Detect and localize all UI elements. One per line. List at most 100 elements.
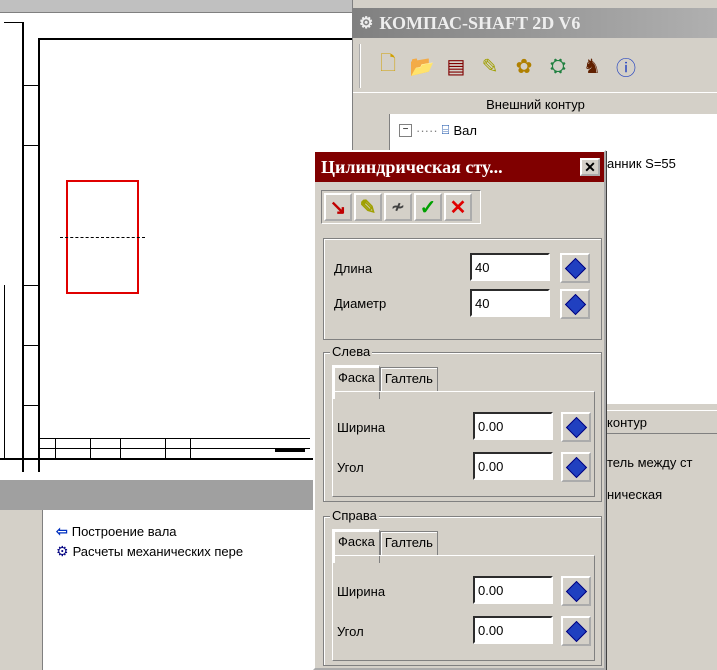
info-icon[interactable]: ⓘ	[613, 53, 639, 80]
tree-item-mech-calc[interactable]: ⚙ Расчеты механических пере	[56, 542, 243, 560]
margin-mark	[22, 85, 38, 86]
left-angle-pick-button[interactable]	[561, 452, 591, 482]
top-ruler	[0, 0, 352, 13]
tree-item-shaft-build[interactable]: ⇦ Построение вала	[56, 522, 177, 540]
right-width-input[interactable]	[473, 576, 553, 604]
left-width-pick-button[interactable]	[561, 412, 591, 442]
gear-icon: ⚙	[359, 15, 374, 32]
edit-button[interactable]: ✎	[354, 193, 382, 221]
title-block-line	[165, 438, 166, 460]
length-pick-button[interactable]	[560, 253, 590, 283]
margin-mark	[22, 405, 38, 406]
list-item: ническая	[607, 487, 662, 502]
shaft-window-title-bar[interactable]: ⚙ КОМПАС-SHAFT 2D V6	[353, 8, 717, 38]
left-end-group: Слева Фаска Галтель Ширина Угол	[323, 344, 602, 502]
margin-line	[4, 285, 5, 460]
calc-gear-icon: ⚙	[56, 542, 69, 559]
left-tab-page: Ширина Угол	[332, 391, 595, 497]
tab-left-fillet[interactable]: Галтель	[379, 367, 438, 391]
tree-node-partial[interactable]: анник S=55	[607, 156, 676, 171]
right-angle-pick-button[interactable]	[561, 616, 591, 646]
right-tabs: Фаска Галтель	[332, 529, 438, 563]
dialog-title-bar[interactable]: Цилиндрическая сту...	[315, 152, 604, 182]
left-angle-label: Угол	[337, 460, 364, 475]
panel-separator	[0, 480, 352, 510]
left-group-title: Слева	[330, 344, 373, 359]
tree-node-shaft[interactable]: − ····· ⌸ Вал	[399, 122, 477, 138]
calc-icon[interactable]: ♞	[579, 53, 605, 79]
new-icon[interactable]: 🗋	[375, 53, 401, 79]
close-icon: ✕	[584, 158, 596, 175]
frame-tick	[4, 22, 24, 23]
right-angle-input[interactable]	[473, 616, 553, 644]
tree-item-label: Расчеты механических пере	[72, 543, 244, 559]
centerline	[60, 237, 145, 238]
library-panel: ⇦ Построение вала ⚙ Расчеты механических…	[0, 510, 330, 670]
margin-mark	[22, 145, 38, 146]
shaft-build-icon: ⇦	[56, 522, 68, 539]
title-block-line	[190, 438, 191, 460]
frame-top	[38, 38, 352, 40]
tree-node-label: Вал	[453, 122, 477, 138]
frame-inner-left	[38, 38, 40, 472]
diamond-icon	[564, 257, 586, 279]
outer-contour-header[interactable]: Внешний контур	[353, 92, 717, 116]
title-block-line	[40, 438, 310, 439]
tree-item-label: Построение вала	[71, 523, 177, 539]
shaft-window-title: КОМПАС-SHAFT 2D V6	[379, 12, 581, 33]
diameter-label: Диаметр	[334, 296, 387, 311]
diamond-icon	[565, 580, 587, 602]
dialog-title: Цилиндрическая сту...	[321, 156, 503, 177]
left-width-label: Ширина	[337, 420, 386, 435]
title-block-line	[120, 438, 121, 460]
title-block-line	[40, 448, 310, 449]
right-group-title: Справа	[330, 508, 379, 523]
inner-contour-label: контур	[607, 414, 647, 430]
wrench-icon[interactable]: ✎	[477, 53, 503, 79]
sketch-button[interactable]: ↘	[324, 193, 352, 221]
length-label: Длина	[334, 261, 373, 276]
title-block-fill	[275, 448, 305, 452]
params-button[interactable]: ≁	[384, 193, 412, 221]
diamond-icon	[565, 416, 587, 438]
shaft-toolbar: 🗋 📂 ▤ ✎ ✿ ⛭ ♞ ⓘ	[359, 44, 717, 88]
margin-mark	[22, 285, 38, 286]
list-item-text: ническая	[607, 487, 663, 502]
save-icon[interactable]: ▤	[443, 53, 469, 79]
shaft-icon: ⌸	[441, 122, 450, 137]
diameter-pick-button[interactable]	[560, 289, 590, 319]
right-angle-label: Угол	[337, 624, 364, 639]
margin-mark	[22, 345, 38, 346]
list-item-text: тель между ст	[607, 455, 693, 470]
length-input[interactable]	[470, 253, 550, 281]
right-width-label: Ширина	[337, 584, 386, 599]
left-tabs: Фаска Галтель	[332, 365, 438, 399]
tab-right-fillet[interactable]: Галтель	[379, 531, 438, 555]
close-button[interactable]: ✕	[580, 158, 600, 176]
right-width-pick-button[interactable]	[561, 576, 591, 606]
left-angle-input[interactable]	[473, 452, 553, 480]
gears-icon[interactable]: ✿	[511, 53, 537, 79]
left-width-input[interactable]	[473, 412, 553, 440]
right-end-group: Справа Фаска Галтель Ширина Угол	[323, 508, 602, 666]
outer-contour-label: Внешний контур	[486, 96, 585, 112]
drawing-canvas[interactable]	[0, 0, 352, 480]
panel-gutter	[0, 510, 43, 670]
dimensions-group: Длина Диаметр	[323, 238, 602, 340]
right-tab-page: Ширина Угол	[332, 555, 595, 661]
diameter-input[interactable]	[470, 289, 550, 317]
frame-bottom	[0, 458, 352, 460]
dialog-toolbar: ↘ ✎ ≁ ✓ ✕	[321, 190, 481, 224]
diamond-icon	[565, 456, 587, 478]
list-item: тель между ст	[607, 455, 692, 470]
collapse-icon[interactable]: −	[399, 123, 412, 137]
open-icon[interactable]: 📂	[409, 53, 435, 79]
tree-node-label: анник S=55	[607, 156, 676, 171]
ok-button[interactable]: ✓	[414, 193, 442, 221]
cylindrical-step-dialog: Цилиндрическая сту... ✕ ↘ ✎ ≁ ✓ ✕ Длина …	[313, 150, 606, 670]
component-icon[interactable]: ⛭	[545, 53, 571, 79]
diamond-icon	[565, 620, 587, 642]
title-block-line	[90, 438, 91, 460]
cancel-button[interactable]: ✕	[444, 193, 472, 221]
diamond-icon	[564, 293, 586, 315]
